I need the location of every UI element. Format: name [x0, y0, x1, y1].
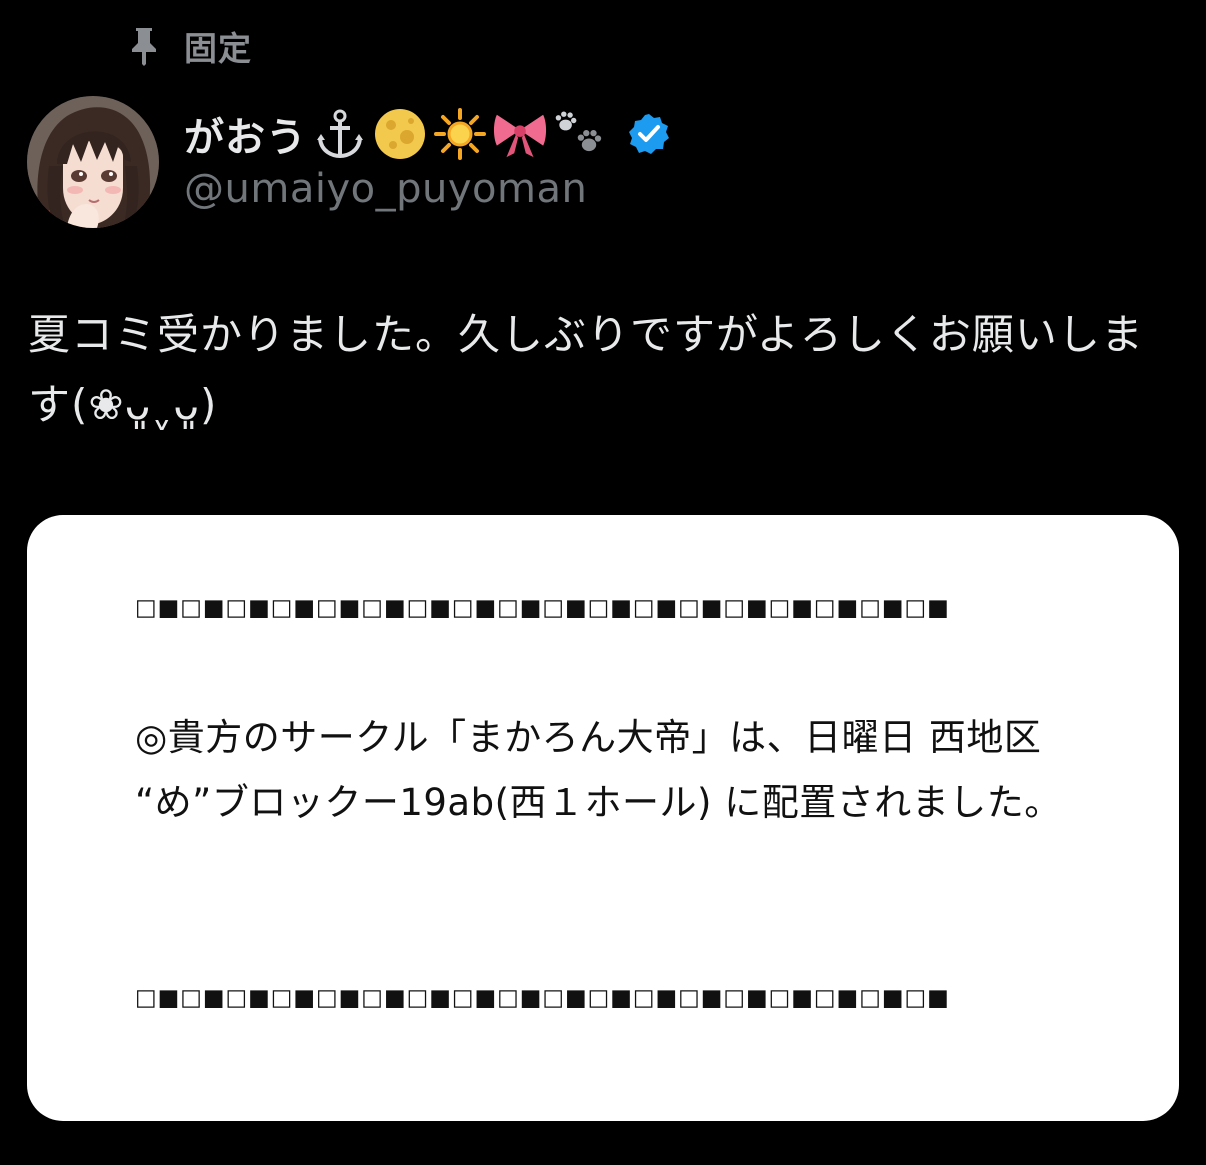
author-name-row[interactable]: がおう — [184, 104, 671, 164]
paw-prints-icon — [553, 106, 607, 162]
decorative-border-top: □■□■□■□■□■□■□■□■□■□■□■□■□■□■□■□■□■□■ — [135, 595, 950, 621]
tweet-text: 夏コミ受かりました。久しぶりですがよろしくお願いします(❀ᴗ͈ˬᴗ͈) — [28, 310, 1144, 429]
anchor-icon — [313, 106, 367, 162]
full-moon-icon — [373, 106, 427, 162]
placement-notice-text: ◎貴方のサークル「まかろん大帝」は、日曜日 西地区 “め”ブロックー19ab(西… — [135, 716, 1062, 824]
verified-badge-icon[interactable] — [627, 112, 671, 156]
decorative-border-bottom: □■□■□■□■□■□■□■□■□■□■□■□■□■□■□■□■□■□■ — [135, 985, 950, 1011]
tweet-page: 固定 がおう @umaiyo_puyoman 夏コミ受かりました。久しぶりですが… — [0, 0, 1206, 1165]
author-block: がおう @umaiyo_puyoman — [184, 104, 671, 212]
pinned-indicator: 固定 — [126, 24, 252, 68]
sun-icon — [433, 106, 487, 162]
display-name[interactable]: がおう — [184, 105, 307, 163]
user-handle[interactable]: @umaiyo_puyoman — [184, 166, 671, 212]
pin-icon — [126, 24, 162, 68]
avatar[interactable] — [27, 96, 159, 228]
attached-image[interactable]: □■□■□■□■□■□■□■□■□■□■□■□■□■□■□■□■□■□■ ◎貴方… — [27, 515, 1179, 1121]
ribbon-icon — [493, 106, 547, 162]
pinned-label: 固定 — [184, 29, 252, 68]
